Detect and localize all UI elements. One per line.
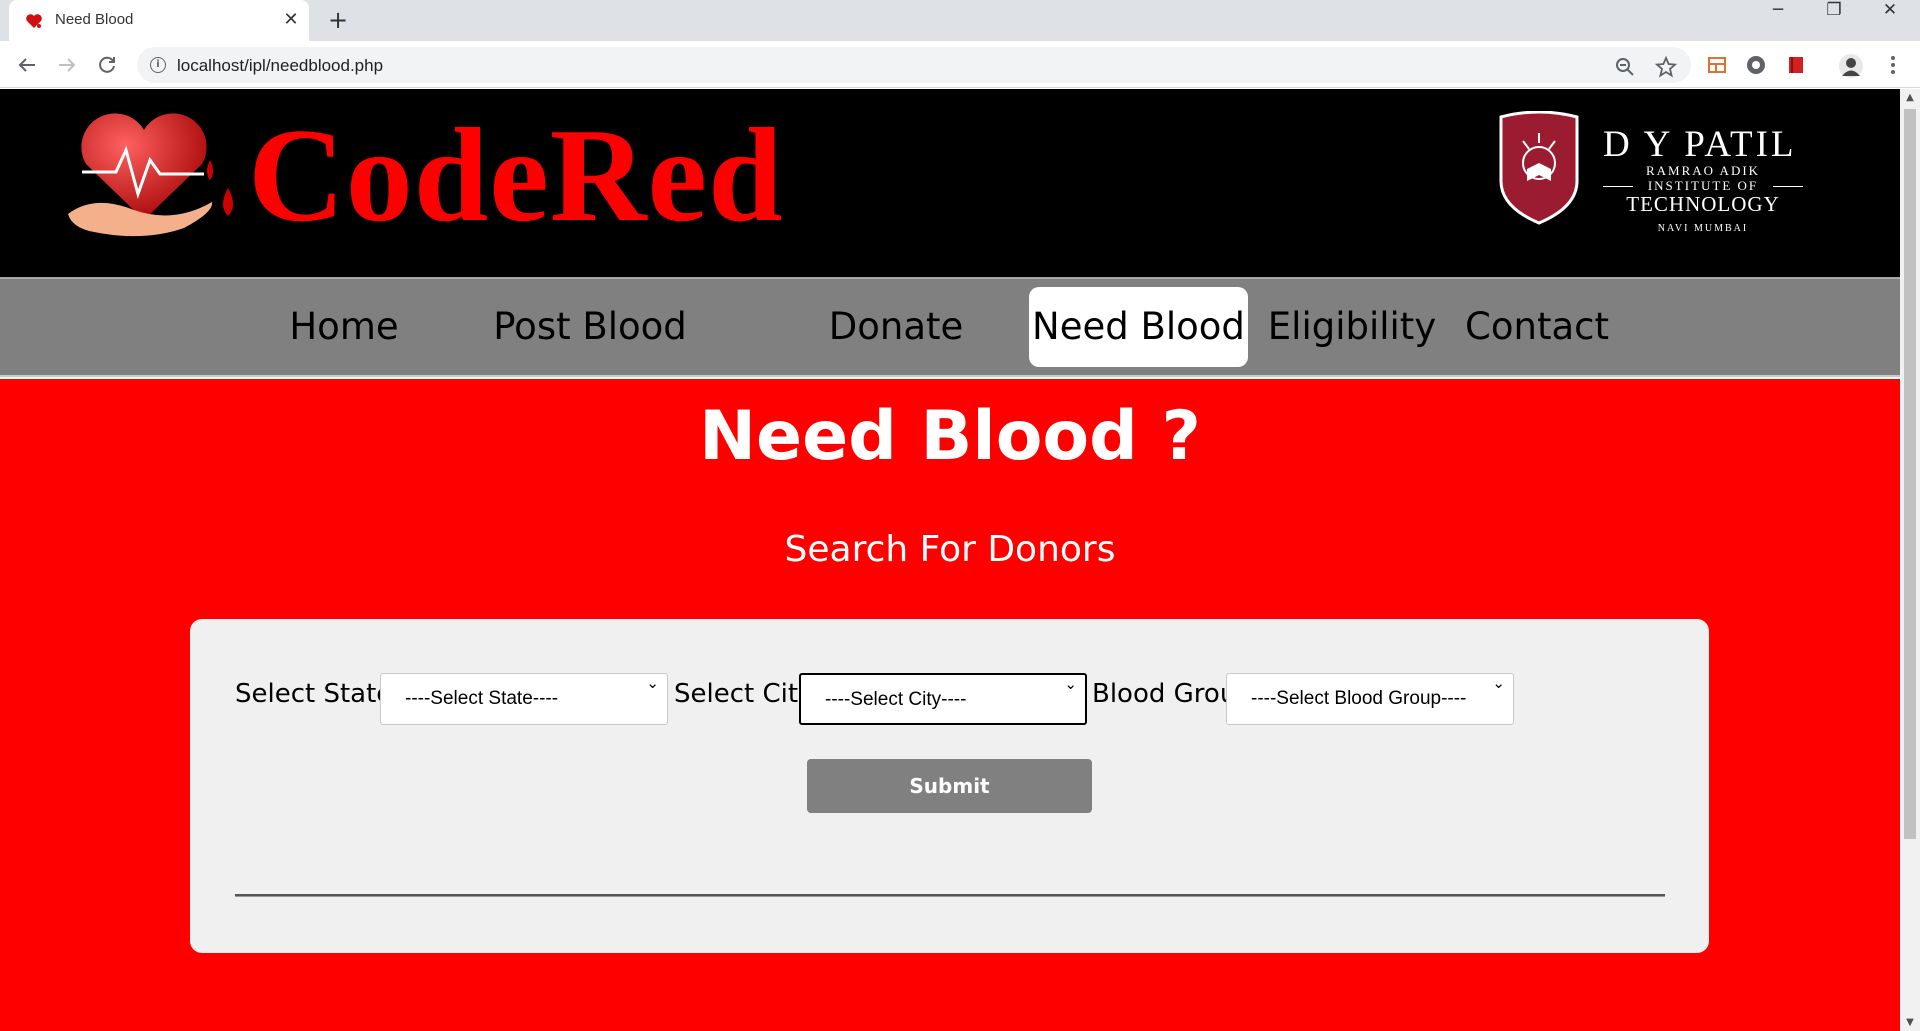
city-select[interactable]: ----Select City---- ⌄ <box>799 673 1087 725</box>
city-select-value: ----Select City---- <box>825 689 967 710</box>
extension-book-icon[interactable] <box>1786 55 1806 75</box>
extension-grid-icon[interactable] <box>1707 55 1727 75</box>
institute-location: NAVI MUMBAI <box>1657 223 1749 234</box>
state-label: Select State <box>235 679 393 709</box>
heart-favicon-icon <box>26 14 42 28</box>
chevron-down-icon: ⌄ <box>1492 674 1505 692</box>
scroll-thumb[interactable] <box>1904 109 1916 839</box>
divider <box>1773 186 1803 187</box>
page-viewport: CodeRed D Y PATIL RAMRAO ADIK INSTITUTE … <box>0 89 1900 1031</box>
profile-avatar[interactable] <box>1838 53 1864 79</box>
city-label: Select City <box>674 679 814 709</box>
info-icon[interactable]: i <box>150 57 166 73</box>
tab-close-icon[interactable]: ✕ <box>279 8 303 32</box>
restore-icon[interactable]: ❐ <box>1806 0 1862 38</box>
zoom-icon[interactable] <box>1613 55 1637 79</box>
minimize-icon[interactable]: ─ <box>1750 0 1806 38</box>
blood-group-select[interactable]: ----Select Blood Group---- ⌄ <box>1226 673 1514 725</box>
divider <box>1603 186 1633 187</box>
main-navigation: Home Post Blood Request Donate Blood Nee… <box>0 277 1900 428</box>
state-select[interactable]: ----Select State---- ⌄ <box>380 673 668 725</box>
scroll-down-icon[interactable]: ▼ <box>1900 1014 1920 1031</box>
nav-donate-blood[interactable]: Donate Blood <box>773 287 1019 428</box>
site-logo-text[interactable]: CodeRed <box>248 95 784 255</box>
forward-arrow-icon[interactable] <box>51 49 83 81</box>
heart-hand-logo-icon <box>68 113 233 237</box>
nav-eligibility[interactable]: Eligibility <box>1262 287 1442 367</box>
close-window-icon[interactable]: ✕ <box>1862 0 1918 38</box>
submit-button[interactable]: Submit <box>807 759 1092 813</box>
reload-icon[interactable] <box>91 49 123 81</box>
site-header: CodeRed D Y PATIL RAMRAO ADIK INSTITUTE … <box>0 89 1900 277</box>
new-tab-button[interactable]: + <box>324 7 352 35</box>
chevron-down-icon: ⌄ <box>1064 675 1077 693</box>
scroll-up-icon[interactable]: ▲ <box>1900 89 1920 106</box>
institute-line: TECHNOLOGY <box>1626 192 1780 216</box>
nav-post-blood-request[interactable]: Post Blood Request <box>420 287 760 428</box>
divider <box>235 894 1665 897</box>
main-section: Need Blood ? Search For Donors Select St… <box>0 379 1900 1031</box>
back-arrow-icon[interactable] <box>11 49 43 81</box>
browser-toolbar: i localhost/ipl/needblood.php <box>0 41 1920 88</box>
institute-line: RAMRAO ADIK <box>1645 163 1761 178</box>
search-form-card: Select State ----Select State---- ⌄ Sele… <box>190 619 1709 953</box>
blood-group-select-value: ----Select Blood Group---- <box>1251 688 1467 709</box>
star-icon[interactable] <box>1654 55 1678 79</box>
nav-need-blood[interactable]: Need Blood <box>1029 287 1248 367</box>
page-title: Need Blood ? <box>699 397 1201 476</box>
page-subtitle: Search For Donors <box>784 529 1116 570</box>
nav-contact[interactable]: Contact <box>1457 287 1617 367</box>
institute-name: D Y PATIL <box>1603 124 1797 165</box>
vertical-scrollbar[interactable]: ▲ ▼ <box>1900 89 1920 1031</box>
tab-title: Need Blood <box>55 11 134 28</box>
menu-dots-icon[interactable] <box>1881 53 1905 77</box>
url-text[interactable]: localhost/ipl/needblood.php <box>177 56 383 76</box>
browser-tab-bar: Need Blood ✕ + ─ ❐ ✕ <box>0 0 1920 41</box>
institute-logo: D Y PATIL RAMRAO ADIK INSTITUTE OF TECHN… <box>1497 111 1803 234</box>
address-bar[interactable]: i localhost/ipl/needblood.php <box>137 47 1691 83</box>
institute-shield-icon <box>1499 111 1579 225</box>
nav-home[interactable]: Home <box>282 287 406 367</box>
state-select-value: ----Select State---- <box>405 688 559 709</box>
extension-shield-icon[interactable] <box>1746 55 1766 75</box>
chevron-down-icon: ⌄ <box>646 674 659 692</box>
browser-tab[interactable]: Need Blood ✕ <box>9 0 309 41</box>
